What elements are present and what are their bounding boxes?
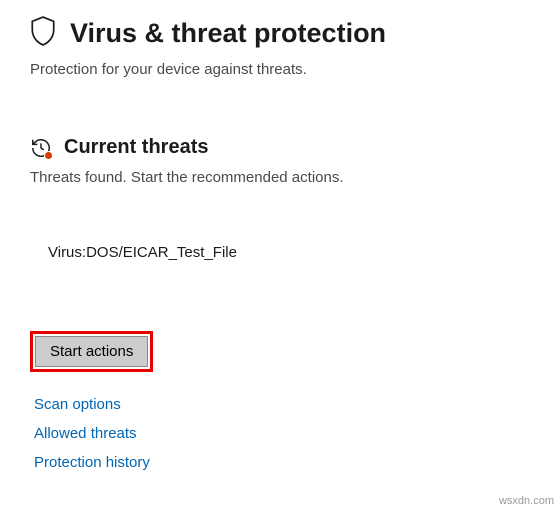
threat-name: Virus:DOS/EICAR_Test_File xyxy=(48,244,530,261)
protection-history-link[interactable]: Protection history xyxy=(34,454,150,471)
current-threats-subtitle: Threats found. Start the recommended act… xyxy=(30,169,530,186)
start-actions-button[interactable]: Start actions xyxy=(35,336,148,367)
history-icon xyxy=(30,137,52,159)
start-actions-highlight: Start actions xyxy=(30,331,153,372)
watermark: wsxdn.com xyxy=(499,495,554,507)
alert-dot-icon xyxy=(44,151,53,160)
links-section: Scan options Allowed threats Protection … xyxy=(30,396,530,471)
scan-options-link[interactable]: Scan options xyxy=(34,396,121,413)
page-title: Virus & threat protection xyxy=(70,18,386,49)
allowed-threats-link[interactable]: Allowed threats xyxy=(34,425,137,442)
current-threats-header: Current threats xyxy=(30,136,530,159)
current-threats-title: Current threats xyxy=(64,136,208,159)
shield-icon xyxy=(30,16,56,51)
page-subtitle: Protection for your device against threa… xyxy=(30,61,530,78)
page-header: Virus & threat protection xyxy=(30,16,530,51)
